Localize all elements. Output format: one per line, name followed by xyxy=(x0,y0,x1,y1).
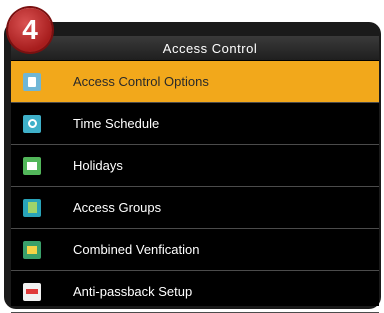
menu-item-label: Time Schedule xyxy=(73,116,160,131)
menu-item-label: Combined Venfication xyxy=(73,242,200,257)
time-schedule-icon xyxy=(23,114,41,133)
anti-passback-icon xyxy=(23,282,41,301)
step-badge: 4 xyxy=(8,8,52,52)
access-groups-icon xyxy=(23,198,41,217)
access-options-icon xyxy=(23,72,41,91)
menu-item-anti-passback-setup[interactable]: Anti-passback Setup xyxy=(11,271,379,313)
combined-verification-icon xyxy=(23,240,41,259)
menu-item-access-groups[interactable]: Access Groups xyxy=(11,187,379,229)
menu-item-label: Access Groups xyxy=(73,200,162,215)
menu-item-access-control-options[interactable]: Access Control Options xyxy=(11,61,379,103)
menu-item-label: Holidays xyxy=(73,158,123,173)
menu-list: Access Control Options Time Schedule Hol… xyxy=(11,61,379,313)
menu-item-label: Access Control Options xyxy=(73,74,209,89)
page-title: Access Control xyxy=(11,36,379,60)
menu-item-combined-verification[interactable]: Combined Venfication xyxy=(11,229,379,271)
menu-item-holidays[interactable]: Holidays xyxy=(11,145,379,187)
title-text: Access Control xyxy=(162,40,258,56)
menu-item-time-schedule[interactable]: Time Schedule xyxy=(11,103,379,145)
menu-item-label: Anti-passback Setup xyxy=(73,284,193,299)
holidays-icon xyxy=(23,156,41,175)
